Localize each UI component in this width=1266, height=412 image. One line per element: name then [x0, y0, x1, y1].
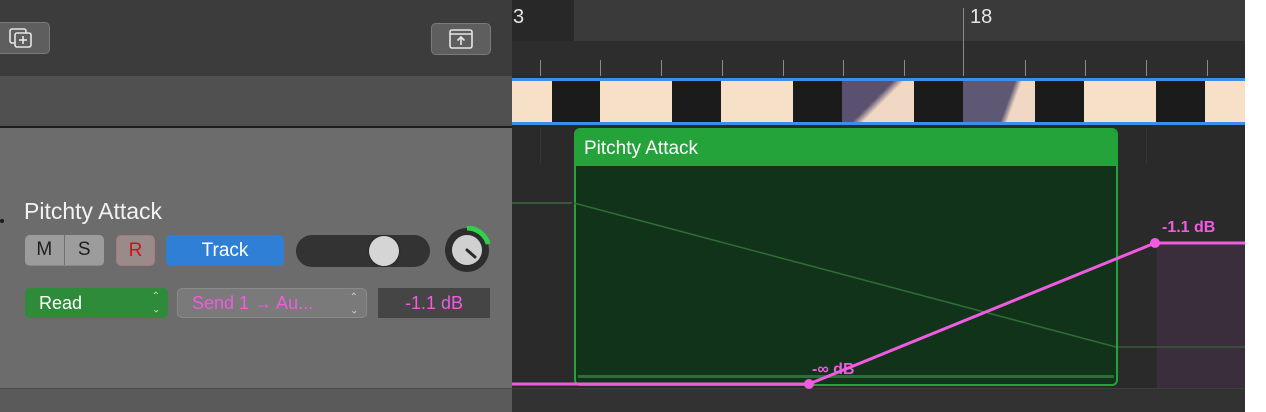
mute-button[interactable]: M — [25, 235, 65, 265]
automation-point-label: -1.1 dB — [1162, 219, 1216, 236]
automation-mode-menu[interactable]: Read ⌃ ⌃ — [25, 288, 168, 318]
automation-lane — [512, 202, 1245, 389]
mute-solo-group: M S — [25, 235, 104, 266]
solo-button[interactable]: S — [64, 235, 104, 265]
track-header-marker — [0, 219, 4, 223]
automation-value-field[interactable]: -1.1 dB — [378, 288, 490, 318]
tracks-area[interactable]: 3 18 Pitchty Attack -∞ dB -1.1 dB — [512, 0, 1245, 412]
automation-point-label: -∞ dB — [812, 361, 855, 378]
volume-slider-knob[interactable] — [369, 236, 399, 266]
global-track-header — [0, 0, 512, 76]
pan-knob[interactable] — [443, 226, 493, 276]
add-track-button[interactable] — [0, 22, 50, 54]
catch-playhead-button[interactable] — [431, 23, 491, 55]
automation-point — [1150, 238, 1160, 248]
upload-square-icon — [449, 29, 473, 49]
record-enable-button[interactable]: R — [116, 235, 155, 266]
automation-mode-label: Read — [39, 292, 83, 313]
automation-parameter-menu[interactable]: Send 1 → Au... ⌃ ⌃ — [177, 288, 367, 318]
track-mode-button[interactable]: Track — [166, 235, 284, 266]
next-track-header — [0, 388, 512, 412]
automation-line — [512, 241, 1245, 386]
video-track-header — [0, 76, 512, 127]
chevron-updown-icon: ⌃ ⌃ — [151, 291, 160, 314]
track-header[interactable]: Pitchty Attack M S R Track Read ⌃ ⌃ Send … — [0, 128, 512, 388]
automation-parameter-label: Send 1 → Au... — [192, 292, 314, 313]
track-name[interactable]: Pitchty Attack — [24, 198, 162, 225]
chevron-updown-icon: ⌃ ⌃ — [349, 292, 358, 315]
automation-point — [804, 379, 814, 389]
window-edge — [1245, 0, 1266, 412]
plus-square-icon — [9, 28, 32, 48]
volume-slider[interactable] — [296, 235, 430, 267]
